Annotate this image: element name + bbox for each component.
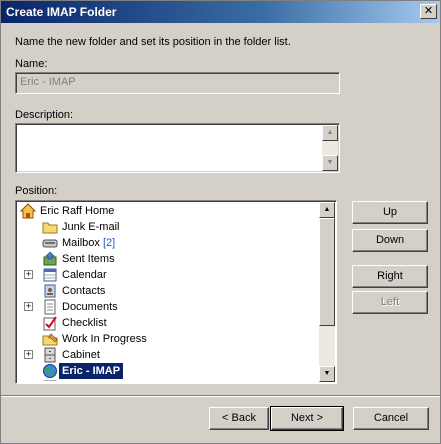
next-button[interactable]: Next > xyxy=(270,406,344,431)
close-button[interactable]: ✕ xyxy=(420,4,437,19)
checklist-icon xyxy=(42,315,58,331)
next-button-label: Next > xyxy=(290,412,324,424)
footer-divider xyxy=(1,395,440,397)
tree-item-calendar[interactable]: + Calendar xyxy=(18,267,316,283)
down-button-label: Down xyxy=(375,234,405,246)
tree-item-label: Junk E-mail xyxy=(62,221,120,233)
calendar-icon xyxy=(42,267,58,283)
folder-tree-items: Eric Raff Home Junk E-mail Mailbox [2] S… xyxy=(18,203,316,381)
tree-item-label: Sent Items xyxy=(62,253,115,265)
cancel-button-label: Cancel xyxy=(373,412,409,424)
tree-item-label: Checklist xyxy=(62,317,107,329)
folder-icon xyxy=(42,219,58,235)
up-button-label: Up xyxy=(382,206,398,218)
tree-item-cabinet[interactable]: + Cabinet xyxy=(18,347,316,363)
documents-icon xyxy=(42,299,58,315)
right-button[interactable]: Right xyxy=(352,265,428,288)
create-imap-folder-dialog: Create IMAP Folder ✕ Name the new folder… xyxy=(0,0,441,444)
tree-item-checklist[interactable]: Checklist xyxy=(18,315,316,331)
scroll-down-icon[interactable]: ▼ xyxy=(322,155,338,171)
instructions-text: Name the new folder and set its position… xyxy=(15,36,291,48)
work-in-progress-icon xyxy=(42,331,58,347)
expand-icon[interactable]: + xyxy=(24,270,33,279)
description-label: Description: xyxy=(15,109,74,121)
tree-item-label: Cabinet xyxy=(62,349,100,361)
scroll-up-icon[interactable]: ▲ xyxy=(322,125,338,141)
right-button-label: Right xyxy=(377,270,403,282)
name-label: Name: xyxy=(15,58,48,70)
description-field[interactable]: ▲ ▼ xyxy=(15,123,340,173)
home-icon xyxy=(19,203,37,219)
down-button[interactable]: Down xyxy=(352,229,428,252)
tree-item-sent-items[interactable]: Sent Items xyxy=(18,251,316,267)
expand-icon[interactable]: + xyxy=(24,350,33,359)
tree-item-label: Work In Progress xyxy=(62,333,147,345)
sent-items-icon xyxy=(42,251,58,267)
mailbox-icon xyxy=(42,235,58,251)
tree-item-label: Eric - IMAP xyxy=(59,363,124,379)
expand-icon[interactable]: + xyxy=(24,302,33,311)
scroll-up-icon[interactable]: ▲ xyxy=(319,202,335,218)
scroll-thumb[interactable] xyxy=(319,218,335,326)
folder-icon xyxy=(42,379,58,381)
name-field[interactable]: Eric - IMAP xyxy=(15,72,340,94)
tree-item-label: Contacts xyxy=(62,285,106,297)
name-value: Eric - IMAP xyxy=(20,76,76,88)
tree-item-label: Eric Raff Home xyxy=(40,205,115,217)
cabinet-icon xyxy=(42,347,58,363)
title-bar: Create IMAP Folder ✕ xyxy=(1,1,440,23)
up-button[interactable]: Up xyxy=(352,201,428,224)
contacts-icon xyxy=(42,283,58,299)
imap-globe-icon xyxy=(42,363,58,379)
tree-scrollbar[interactable]: ▲ ▼ xyxy=(319,202,335,382)
unread-count-badge: [2] xyxy=(102,237,116,249)
tree-item-contacts[interactable]: Contacts xyxy=(18,283,316,299)
tree-item-label: Mailbox [2] xyxy=(59,235,118,251)
tree-item-documents[interactable]: + Documents xyxy=(18,299,316,315)
tree-item-junk-email[interactable]: Junk E-mail xyxy=(18,219,316,235)
back-button[interactable]: < Back xyxy=(209,407,269,430)
folder-tree[interactable]: Eric Raff Home Junk E-mail Mailbox [2] S… xyxy=(15,200,337,384)
position-label: Position: xyxy=(15,185,58,197)
scroll-down-icon[interactable]: ▼ xyxy=(319,366,335,382)
cancel-button[interactable]: Cancel xyxy=(353,407,429,430)
window-title: Create IMAP Folder xyxy=(6,5,117,19)
tree-item-home[interactable]: Eric Raff Home xyxy=(18,203,316,219)
tree-item-mailbox[interactable]: Mailbox [2] xyxy=(18,235,316,251)
description-scrollbar[interactable]: ▲ ▼ xyxy=(322,125,338,171)
left-button[interactable]: Left xyxy=(352,291,428,314)
tree-item-label: Documents xyxy=(62,301,118,313)
mailbox-label: Mailbox xyxy=(62,237,100,249)
back-button-label: < Back xyxy=(222,412,256,424)
tree-item-partial xyxy=(18,379,316,381)
tree-item-eric-imap[interactable]: Eric - IMAP xyxy=(18,363,316,379)
tree-item-label: Calendar xyxy=(62,269,107,281)
tree-item-work-in-progress[interactable]: Work In Progress xyxy=(18,331,316,347)
left-button-label: Left xyxy=(380,296,400,308)
